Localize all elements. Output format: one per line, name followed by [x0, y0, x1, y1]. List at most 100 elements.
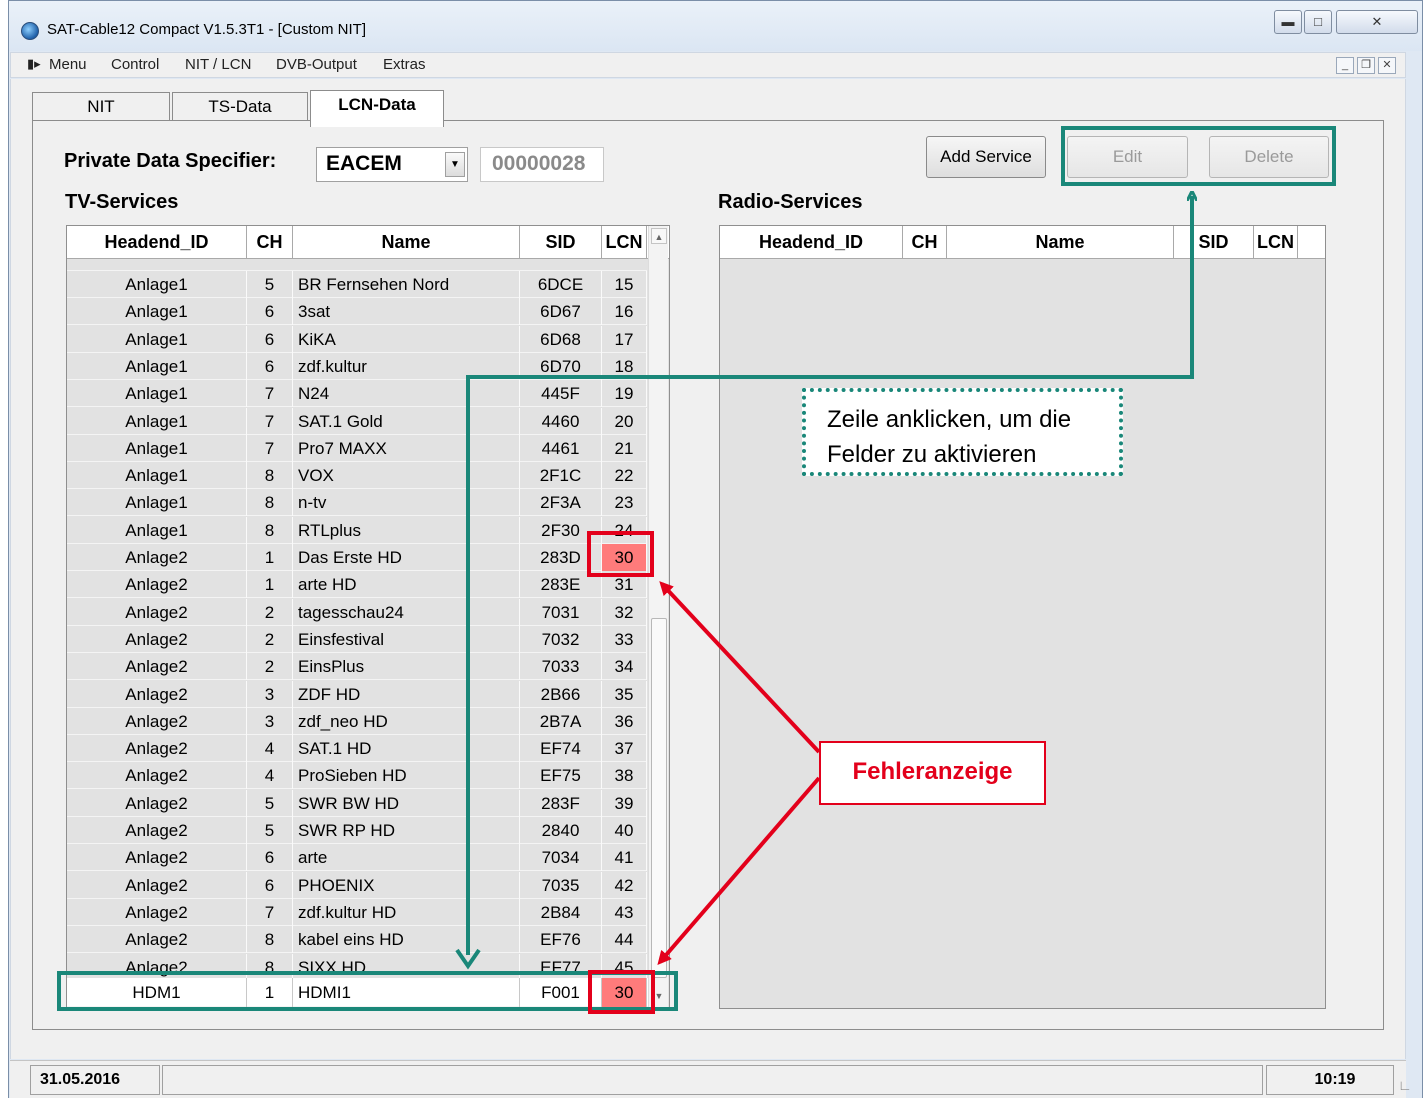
highlight-lcn-error-2: [588, 970, 655, 1014]
cell-name: zdf.kultur HD: [293, 898, 520, 926]
table-row[interactable]: Anlage1 8 n-tv 2F3A 23: [67, 489, 647, 517]
cell-name: n-tv: [293, 489, 520, 517]
table-row[interactable]: Anlage1 5 BR Fernsehen Nord 6DCE 15: [67, 271, 647, 298]
mdi-restore-button[interactable]: ❐: [1357, 57, 1375, 74]
col-headend-id[interactable]: Headend_ID: [67, 226, 247, 259]
cell-name: zdf.kultur: [293, 352, 520, 380]
table-row[interactable]: Anlage1 6 KiKA 6D68 17: [67, 325, 647, 353]
cell-ch: 4: [247, 735, 293, 763]
resize-grip-icon[interactable]: ∟: [1398, 1077, 1412, 1093]
table-row[interactable]: Anlage1 7 N24 445F 19: [67, 380, 647, 408]
minimize-button[interactable]: ▬: [1274, 10, 1302, 34]
cell-lcn: 36: [602, 707, 647, 735]
table-row[interactable]: Anlage2 4 SAT.1 HD EF74 37: [67, 735, 647, 763]
radio-col-headend-id[interactable]: Headend_ID: [720, 226, 903, 259]
cell-name: ProSieben HD: [293, 762, 520, 790]
table-row[interactable]: Anlage1 7 Pro7 MAXX 4461 21: [67, 434, 647, 462]
cell-lcn: 23: [602, 489, 647, 517]
radio-col-ch[interactable]: CH: [903, 226, 947, 259]
cell-name: kabel eins HD: [293, 926, 520, 954]
chevron-down-icon[interactable]: ▼: [445, 152, 465, 177]
cell-name: arte: [293, 844, 520, 872]
cell-id: Anlage2: [67, 898, 247, 926]
cell-sid: 7033: [520, 653, 602, 681]
menu-item-dvb-output[interactable]: DVB-Output: [276, 56, 357, 73]
menu-item-nit-lcn[interactable]: NIT / LCN: [185, 56, 251, 73]
table-row[interactable]: Anlage2 5 SWR BW HD 283F 39: [67, 789, 647, 817]
table-row[interactable]: Anlage2 3 zdf_neo HD 2B7A 36: [67, 707, 647, 735]
table-row[interactable]: Anlage2 1 Das Erste HD 283D 30: [67, 544, 647, 571]
table-row[interactable]: Anlage2 7 zdf.kultur HD 2B84 43: [67, 898, 647, 926]
close-button[interactable]: ✕: [1336, 10, 1418, 34]
cell-id: Anlage2: [67, 926, 247, 954]
cell-lcn: 16: [602, 298, 647, 326]
cell-sid: 4461: [520, 434, 602, 462]
cell-name: PHOENIX: [293, 871, 520, 899]
table-row[interactable]: Anlage2 8 kabel eins HD EF76 44: [67, 926, 647, 954]
tv-scroll-thumb[interactable]: [651, 618, 667, 978]
table-row[interactable]: Anlage2 2 EinsPlus 7033 34: [67, 653, 647, 681]
table-row[interactable]: Anlage2 5 SWR RP HD 2840 40: [67, 817, 647, 844]
cell-name: SWR BW HD: [293, 789, 520, 817]
mdi-close-button[interactable]: ✕: [1378, 57, 1396, 74]
cell-ch: 1: [247, 544, 293, 571]
table-row[interactable]: Anlage2 4 ProSieben HD EF75 38: [67, 762, 647, 790]
table-row[interactable]: Anlage2 3 ZDF HD 2B66 35: [67, 680, 647, 708]
table-row[interactable]: Anlage2 2 Einsfestival 7032 33: [67, 625, 647, 653]
title-bar[interactable]: SAT-Cable12 Compact V1.5.3T1 - [Custom N…: [9, 1, 1422, 51]
cell-lcn: 17: [602, 325, 647, 353]
table-row[interactable]: Anlage1 8 VOX 2F1C 22: [67, 462, 647, 490]
window-title: SAT-Cable12 Compact V1.5.3T1 - [Custom N…: [47, 21, 367, 38]
table-row[interactable]: Anlage1 6 3sat 6D67 16: [67, 298, 647, 326]
table-row-partial[interactable]: [67, 259, 647, 271]
cell-id: Anlage1: [67, 489, 247, 517]
cell-name: VOX: [293, 462, 520, 490]
cell-lcn: 33: [602, 625, 647, 653]
radio-col-sid[interactable]: SID: [1174, 226, 1254, 259]
cell-ch: 5: [247, 271, 293, 298]
cell-ch: 6: [247, 352, 293, 380]
table-row[interactable]: Anlage2 6 arte 7034 41: [67, 844, 647, 872]
cell-id: Anlage2: [67, 762, 247, 790]
cell-lcn: 38: [602, 762, 647, 790]
menu-item-extras[interactable]: Extras: [383, 56, 426, 73]
cell-lcn: 44: [602, 926, 647, 954]
pds-code-field[interactable]: 00000028: [480, 147, 604, 182]
cell-ch: 6: [247, 871, 293, 899]
table-row[interactable]: Anlage1 6 zdf.kultur 6D70 18: [67, 352, 647, 380]
menu-item-menu[interactable]: Menu: [49, 56, 87, 73]
col-sid[interactable]: SID: [520, 226, 602, 259]
tv-table-scrollbar[interactable]: ▲ ▼: [648, 226, 668, 1008]
pds-selected-value: EACEM: [326, 152, 402, 175]
scroll-up-icon[interactable]: ▲: [651, 228, 667, 244]
col-ch[interactable]: CH: [247, 226, 293, 259]
col-name[interactable]: Name: [293, 226, 520, 259]
tab-lcn-data[interactable]: LCN-Data: [310, 90, 444, 127]
cell-id: Anlage1: [67, 298, 247, 326]
cell-sid: 6D70: [520, 352, 602, 380]
mdi-doc-icon[interactable]: ▮▸: [27, 56, 41, 72]
cell-id: Anlage2: [67, 871, 247, 899]
cell-lcn: 22: [602, 462, 647, 490]
cell-name: 3sat: [293, 298, 520, 326]
cell-name: Einsfestival: [293, 625, 520, 653]
maximize-button[interactable]: □: [1304, 10, 1332, 34]
cell-ch: 6: [247, 325, 293, 353]
menu-item-control[interactable]: Control: [111, 56, 159, 73]
table-row[interactable]: Anlage1 8 RTLplus 2F30 24: [67, 516, 647, 544]
table-row[interactable]: Anlage1 7 SAT.1 Gold 4460 20: [67, 407, 647, 435]
col-lcn[interactable]: LCN: [602, 226, 647, 259]
table-row[interactable]: Anlage2 2 tagesschau24 7031 32: [67, 598, 647, 626]
mdi-minimize-button[interactable]: _: [1336, 57, 1354, 74]
cell-lcn: 19: [602, 380, 647, 408]
cell-sid: 2B7A: [520, 707, 602, 735]
add-service-button[interactable]: Add Service: [926, 136, 1046, 178]
app-globe-icon: [21, 22, 39, 40]
pds-dropdown[interactable]: EACEM ▼: [316, 147, 468, 182]
radio-col-lcn[interactable]: LCN: [1254, 226, 1298, 259]
cell-lcn: 37: [602, 735, 647, 763]
table-row[interactable]: Anlage2 6 PHOENIX 7035 42: [67, 871, 647, 899]
table-row[interactable]: Anlage2 1 arte HD 283E 31: [67, 571, 647, 599]
radio-col-name[interactable]: Name: [947, 226, 1174, 259]
cell-lcn: 15: [602, 271, 647, 298]
